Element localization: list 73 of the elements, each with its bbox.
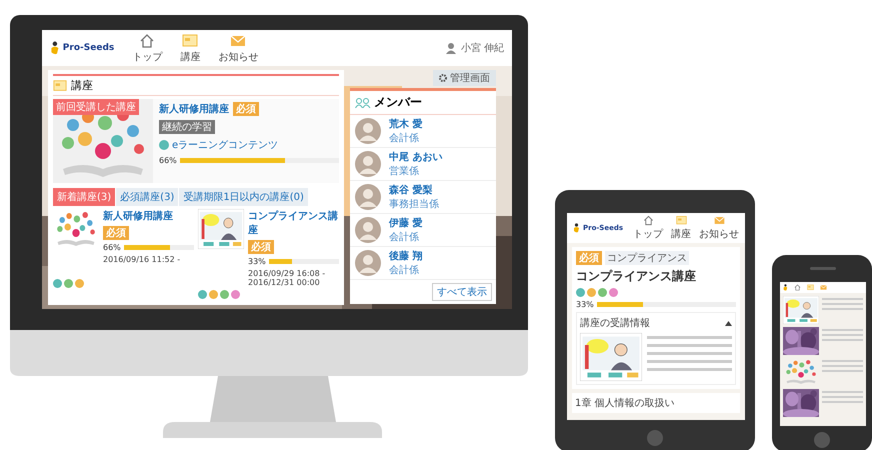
required-badge: 必須	[103, 226, 129, 240]
nav-item[interactable]: トップ	[132, 32, 162, 64]
speaker-slot	[810, 267, 836, 270]
logo-icon	[50, 41, 60, 55]
member-role: 事務担当係	[389, 198, 439, 211]
comic-thumbnail	[783, 296, 819, 324]
progress-text: 66%	[159, 156, 177, 165]
section-title: 講座の受講情報	[580, 316, 650, 330]
member-name[interactable]: 森谷 愛梨	[389, 183, 439, 197]
member-role: 会計係	[389, 132, 420, 145]
user-name[interactable]: 小宮 伸紀	[460, 41, 504, 55]
nav-item[interactable]: お知らせ	[699, 215, 740, 241]
panel-title: 講座	[71, 78, 93, 93]
tab[interactable]: 必須講座(3)	[116, 188, 178, 206]
logo-icon	[573, 223, 580, 233]
member-name[interactable]: 中尾 あおい	[389, 150, 442, 164]
nav-item[interactable]: トップ	[633, 215, 664, 241]
home-icon	[794, 284, 801, 291]
board-icon	[53, 78, 67, 92]
member-role: 営業係	[389, 164, 420, 178]
logo-icon	[783, 284, 788, 291]
content-type: eラーニングコンテンツ	[172, 139, 278, 152]
progress-text: 33%	[576, 300, 594, 309]
gear-icon	[439, 74, 447, 82]
member-name[interactable]: 荒木 愛	[389, 117, 422, 131]
member-name[interactable]: 後藤 翔	[389, 249, 422, 263]
avatar	[355, 118, 381, 144]
course-title: コンプライアンス講座	[576, 268, 697, 285]
panel-title: メンバー	[374, 94, 422, 111]
nav-item[interactable]: 講座	[180, 32, 200, 64]
required-badge: 必須	[248, 240, 274, 254]
admin-button[interactable]: 管理画面	[433, 70, 496, 86]
member-role: 会計係	[389, 230, 420, 244]
chapter-title: 1章 個人情報の取扱い	[572, 393, 740, 413]
status-tag: 継続の学習	[159, 120, 215, 134]
required-badge: 必須	[576, 251, 602, 265]
home-button[interactable]	[647, 430, 663, 446]
progress-bar	[268, 259, 339, 264]
member-role: 会計係	[389, 264, 420, 277]
nav-item[interactable]: 講座	[671, 215, 692, 241]
tab[interactable]: 新着講座(3)	[53, 188, 116, 206]
avatar	[355, 184, 381, 210]
avatar	[355, 250, 381, 276]
member-name[interactable]: 伊藤 愛	[389, 216, 422, 230]
comic-thumbnail	[580, 333, 642, 381]
nav-item[interactable]: お知らせ	[218, 32, 258, 64]
elearning-icon	[159, 140, 169, 150]
avatar	[355, 151, 381, 177]
last-course-badge: 前回受講した講座	[53, 99, 139, 115]
user-avatar-icon	[444, 42, 457, 54]
course-title[interactable]: 新人研修用講座	[103, 209, 194, 223]
course-period: 2016/09/16 11:52 -	[103, 255, 182, 264]
comic-thumbnail	[198, 209, 244, 249]
home-button[interactable]	[814, 432, 830, 448]
category-tag: コンプライアンス	[605, 251, 689, 265]
board-icon	[676, 215, 687, 226]
course-period: 2016/09/29 16:08 - 2016/12/31 00:00	[248, 269, 326, 287]
avatar	[355, 217, 381, 243]
board-icon	[806, 284, 814, 291]
people-icon	[355, 98, 371, 108]
caret-up-icon[interactable]	[725, 320, 732, 326]
show-all-button[interactable]: すべて表示	[432, 283, 492, 301]
course-title[interactable]: 新人研修用講座	[159, 102, 229, 116]
progress-bar	[124, 245, 194, 250]
home-icon	[139, 32, 156, 48]
logo-text: Pro-Seeds	[62, 43, 114, 53]
home-icon	[642, 215, 654, 226]
progress-text: 33%	[248, 257, 266, 266]
progress-text: 66%	[103, 243, 121, 252]
board-icon	[182, 32, 198, 48]
course-title[interactable]: コンプライアンス講座	[248, 209, 339, 237]
tab[interactable]: 受講期限1日以内の講座(0)	[179, 188, 308, 206]
required-badge: 必須	[233, 102, 259, 116]
